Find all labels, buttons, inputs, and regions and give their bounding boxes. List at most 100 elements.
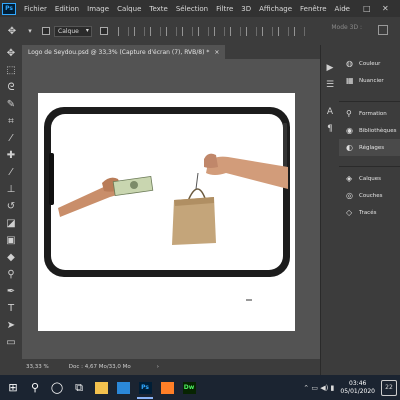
taskbar-file-explorer-icon [94, 381, 108, 394]
panel-couches[interactable]: ◎ Couches [339, 187, 400, 204]
panel-calques[interactable]: ◈ Calques [339, 170, 400, 187]
eyedropper-tool-icon[interactable]: ⁄ [0, 130, 22, 147]
clock-time: 03:46 [349, 379, 367, 387]
auto-select-checkbox[interactable] [42, 27, 50, 35]
document-tab-bar: Logo de Seydou.psd @ 33,3% (Capture d'éc… [22, 45, 320, 59]
windows-start-icon[interactable]: ⊞ [2, 375, 24, 400]
notification-icon[interactable]: 22 [381, 379, 397, 396]
divider [339, 101, 400, 102]
taskbar-photoshop-icon: Ps [138, 381, 152, 394]
taskbar-store[interactable] [112, 375, 134, 400]
crop-tool-icon[interactable]: ⌗ [0, 113, 22, 130]
phone-button [283, 123, 287, 173]
panel-icon-strip: ▶ ☰ A ¶ [320, 45, 339, 375]
lasso-tool-icon[interactable]: ᘓ [0, 79, 22, 96]
panel-formation[interactable]: ⚲ Formation [339, 105, 400, 122]
character-icon[interactable]: A [321, 103, 339, 120]
properties-icon[interactable]: ☰ [321, 76, 339, 93]
taskbar-file-explorer[interactable] [90, 375, 112, 400]
distribute-middle-icon[interactable] [229, 26, 241, 36]
panel-reglages[interactable]: ◐ Réglages [339, 139, 400, 156]
libraries-icon: ◉ [346, 126, 353, 135]
eraser-tool-icon[interactable]: ◪ [0, 215, 22, 232]
quick-select-tool-icon[interactable]: ✎ [0, 96, 22, 113]
menu-fichier[interactable]: Fichier [20, 5, 51, 13]
stamp-tool-icon[interactable]: ⊥ [0, 181, 22, 198]
document-tab-title: Logo de Seydou.psd @ 33,3% (Capture d'éc… [28, 48, 210, 56]
close-button[interactable]: ✕ [382, 0, 389, 17]
menu-calque[interactable]: Calque [113, 5, 145, 13]
close-icon[interactable]: × [214, 49, 219, 56]
clock[interactable]: 03:46 05/01/2020 [340, 380, 375, 396]
distribute-left-icon[interactable] [261, 26, 273, 36]
path-select-tool-icon[interactable]: ➤ [0, 317, 22, 334]
canvas-image [44, 107, 290, 301]
document-canvas[interactable] [38, 93, 295, 331]
move-tool-icon[interactable]: ✥ [6, 25, 18, 37]
align-middle-icon[interactable] [181, 26, 193, 36]
task-view-icon[interactable]: ⧉ [68, 375, 90, 400]
type-tool-icon[interactable]: T [0, 300, 22, 317]
panel-couleur[interactable]: ◍ Couleur [339, 55, 400, 72]
panel-bibliotheques[interactable]: ◉ Bibliothèques [339, 122, 400, 139]
phone-notch [49, 153, 54, 205]
workspace-icon[interactable] [378, 25, 388, 35]
maximize-button[interactable]: □ [363, 0, 371, 17]
align-bottom-icon[interactable] [197, 26, 209, 36]
align-left-icon[interactable] [117, 26, 129, 36]
menu-texte[interactable]: Texte [145, 5, 171, 13]
paragraph-icon[interactable]: ¶ [321, 120, 339, 137]
brush-tool-icon[interactable]: ⁄ [0, 164, 22, 181]
gradient-tool-icon[interactable]: ▣ [0, 232, 22, 249]
menu-filtre[interactable]: Filtre [212, 5, 237, 13]
distribute-center-icon[interactable] [277, 26, 289, 36]
align-center-icon[interactable] [133, 26, 145, 36]
taskbar-app-orange[interactable] [156, 375, 178, 400]
layers-icon: ◈ [346, 174, 353, 183]
healing-tool-icon[interactable]: ✚ [0, 147, 22, 164]
transform-controls-checkbox[interactable] [99, 27, 108, 35]
tray-icons[interactable]: ⌃ ▭ ◀) ▮ [303, 384, 334, 392]
menu-image[interactable]: Image [83, 5, 113, 13]
menu-fenetre[interactable]: Fenêtre [296, 5, 330, 13]
taskbar-apps: Ps Dw [90, 375, 200, 400]
cortana-icon[interactable]: ◯ [46, 375, 68, 400]
dodge-tool-icon[interactable]: ⚲ [0, 266, 22, 283]
align-top-icon[interactable] [165, 26, 177, 36]
blur-tool-icon[interactable]: ◆ [0, 249, 22, 266]
status-menu-arrow[interactable]: › [157, 364, 159, 370]
tools-panel: ✥ ⬚ ᘓ ✎ ⌗ ⁄ ✚ ⁄ ⊥ ↺ ◪ ▣ ◆ ⚲ ✒ T ➤ ▭ [0, 45, 23, 375]
taskbar-photoshop[interactable]: Ps [134, 375, 156, 400]
distribute-bottom-icon[interactable] [245, 26, 257, 36]
chevron-down-icon[interactable]: ▾ [24, 25, 36, 37]
align-right-icon[interactable] [149, 26, 161, 36]
marquee-tool-icon[interactable]: ⬚ [0, 62, 22, 79]
adjustments-icon: ◐ [346, 143, 353, 152]
menu-affichage[interactable]: Affichage [255, 5, 296, 13]
banknote-portrait [130, 181, 138, 189]
search-icon[interactable]: ⚲ [24, 375, 46, 400]
panel-label: Tracés [359, 209, 377, 216]
document-tab[interactable]: Logo de Seydou.psd @ 33,3% (Capture d'éc… [22, 45, 226, 59]
menu-selection[interactable]: Sélection [172, 5, 212, 13]
panel-label: Formation [359, 110, 387, 117]
taskbar-dreamweaver[interactable]: Dw [178, 375, 200, 400]
menu-edition[interactable]: Edition [51, 5, 83, 13]
zoom-level[interactable]: 33,33 % [26, 364, 49, 370]
panel-nuancier[interactable]: ▦ Nuancier [339, 72, 400, 89]
canvas-area[interactable] [22, 59, 320, 359]
taskbar-store-icon [116, 381, 130, 394]
distribute-right-icon[interactable] [293, 26, 305, 36]
swatches-icon: ▦ [346, 76, 354, 85]
shape-tool-icon[interactable]: ▭ [0, 334, 22, 351]
menu-aide[interactable]: Aide [331, 5, 354, 13]
history-brush-tool-icon[interactable]: ↺ [0, 198, 22, 215]
panel-traces[interactable]: ◇ Tracés [339, 204, 400, 221]
minimize-button[interactable]: – [344, 0, 348, 17]
play-icon[interactable]: ▶ [321, 59, 339, 76]
distribute-top-icon[interactable] [213, 26, 225, 36]
menu-3d[interactable]: 3D [237, 5, 255, 13]
pen-tool-icon[interactable]: ✒ [0, 283, 22, 300]
move-tool-icon[interactable]: ✥ [0, 45, 22, 62]
layer-select[interactable]: Calque [54, 25, 92, 37]
